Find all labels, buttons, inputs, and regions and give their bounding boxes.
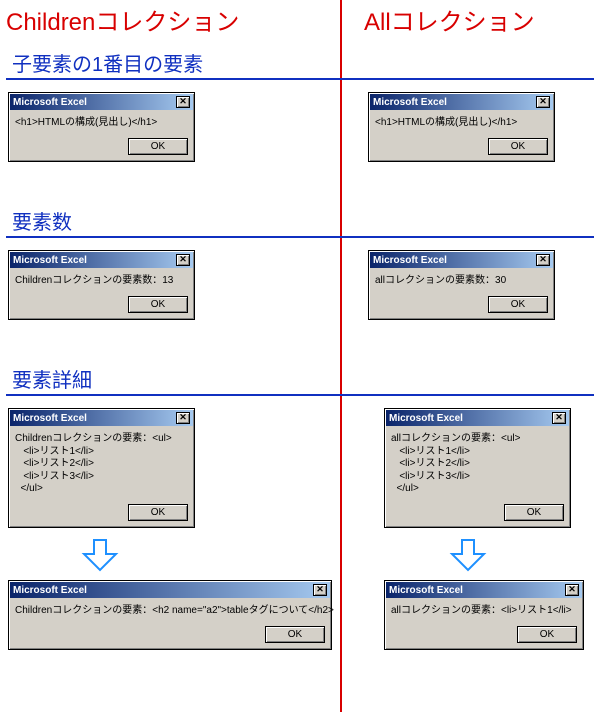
ok-button[interactable]: OK <box>488 138 548 155</box>
dialog-children-count: Microsoft Excel ✕ Childrenコレクションの要素数：13 … <box>8 250 195 320</box>
page: Childrenコレクション Allコレクション 子要素の1番目の要素 Micr… <box>0 0 600 712</box>
dialog-children-first: Microsoft Excel ✕ <h1>HTMLの構成(見出し)</h1> … <box>8 92 195 162</box>
dialog-button-row: OK <box>369 132 554 161</box>
dialog-titlebar: Microsoft Excel ✕ <box>370 252 553 268</box>
dialog-all-detail-1: Microsoft Excel ✕ allコレクションの要素：<ul> <li>… <box>384 408 571 528</box>
dialog-message: Childrenコレクションの要素：<ul> <li>リスト1</li> <li… <box>9 427 194 498</box>
dialog-button-row: OK <box>9 620 331 649</box>
close-icon[interactable]: ✕ <box>536 254 550 266</box>
section-title-count: 要素数 <box>12 206 72 235</box>
dialog-title-text: Microsoft Excel <box>13 97 87 108</box>
dialog-button-row: OK <box>385 620 583 649</box>
dialog-message: Childrenコレクションの要素：<h2 name="a2">tableタグに… <box>9 599 331 620</box>
ok-button[interactable]: OK <box>128 296 188 313</box>
close-icon[interactable]: ✕ <box>176 254 190 266</box>
dialog-titlebar: Microsoft Excel ✕ <box>10 410 193 426</box>
column-header-all: Allコレクション <box>364 2 535 37</box>
column-header-children: Childrenコレクション <box>6 2 239 37</box>
close-icon[interactable]: ✕ <box>552 412 566 424</box>
dialog-title-text: Microsoft Excel <box>389 585 463 596</box>
dialog-title-text: Microsoft Excel <box>373 255 447 266</box>
dialog-title-text: Microsoft Excel <box>13 585 87 596</box>
ok-button[interactable]: OK <box>265 626 325 643</box>
close-icon[interactable]: ✕ <box>565 584 579 596</box>
ok-button[interactable]: OK <box>517 626 577 643</box>
dialog-titlebar: Microsoft Excel ✕ <box>10 252 193 268</box>
arrow-down-icon <box>448 538 488 572</box>
dialog-children-detail-1: Microsoft Excel ✕ Childrenコレクションの要素：<ul>… <box>8 408 195 528</box>
dialog-title-text: Microsoft Excel <box>389 413 463 424</box>
arrow-down-icon <box>80 538 120 572</box>
divider-3 <box>6 394 594 396</box>
dialog-button-row: OK <box>385 498 570 527</box>
dialog-button-row: OK <box>9 498 194 527</box>
dialog-message: <h1>HTMLの構成(見出し)</h1> <box>9 111 194 132</box>
dialog-titlebar: Microsoft Excel ✕ <box>386 582 582 598</box>
dialog-titlebar: Microsoft Excel ✕ <box>10 582 330 598</box>
dialog-message: Childrenコレクションの要素数：13 <box>9 269 194 290</box>
dialog-title-text: Microsoft Excel <box>13 255 87 266</box>
divider-1 <box>6 78 594 80</box>
dialog-all-first: Microsoft Excel ✕ <h1>HTMLの構成(見出し)</h1> … <box>368 92 555 162</box>
ok-button[interactable]: OK <box>128 504 188 521</box>
divider-2 <box>6 236 594 238</box>
ok-button[interactable]: OK <box>488 296 548 313</box>
dialog-button-row: OK <box>369 290 554 319</box>
divider-vertical <box>340 0 342 712</box>
section-title-detail: 要素詳細 <box>12 364 92 393</box>
dialog-message: allコレクションの要素：<ul> <li>リスト1</li> <li>リスト2… <box>385 427 570 498</box>
dialog-titlebar: Microsoft Excel ✕ <box>370 94 553 110</box>
ok-button[interactable]: OK <box>128 138 188 155</box>
section-title-first-element: 子要素の1番目の要素 <box>12 48 203 77</box>
close-icon[interactable]: ✕ <box>176 412 190 424</box>
dialog-all-count: Microsoft Excel ✕ allコレクションの要素数：30 OK <box>368 250 555 320</box>
dialog-message: allコレクションの要素数：30 <box>369 269 554 290</box>
close-icon[interactable]: ✕ <box>536 96 550 108</box>
close-icon[interactable]: ✕ <box>313 584 327 596</box>
dialog-title-text: Microsoft Excel <box>373 97 447 108</box>
dialog-message: <h1>HTMLの構成(見出し)</h1> <box>369 111 554 132</box>
dialog-all-detail-2: Microsoft Excel ✕ allコレクションの要素：<li>リスト1<… <box>384 580 584 650</box>
dialog-titlebar: Microsoft Excel ✕ <box>386 410 569 426</box>
dialog-button-row: OK <box>9 132 194 161</box>
close-icon[interactable]: ✕ <box>176 96 190 108</box>
dialog-message: allコレクションの要素：<li>リスト1</li> <box>385 599 583 620</box>
ok-button[interactable]: OK <box>504 504 564 521</box>
dialog-children-detail-2: Microsoft Excel ✕ Childrenコレクションの要素：<h2 … <box>8 580 332 650</box>
dialog-titlebar: Microsoft Excel ✕ <box>10 94 193 110</box>
dialog-button-row: OK <box>9 290 194 319</box>
dialog-title-text: Microsoft Excel <box>13 413 87 424</box>
